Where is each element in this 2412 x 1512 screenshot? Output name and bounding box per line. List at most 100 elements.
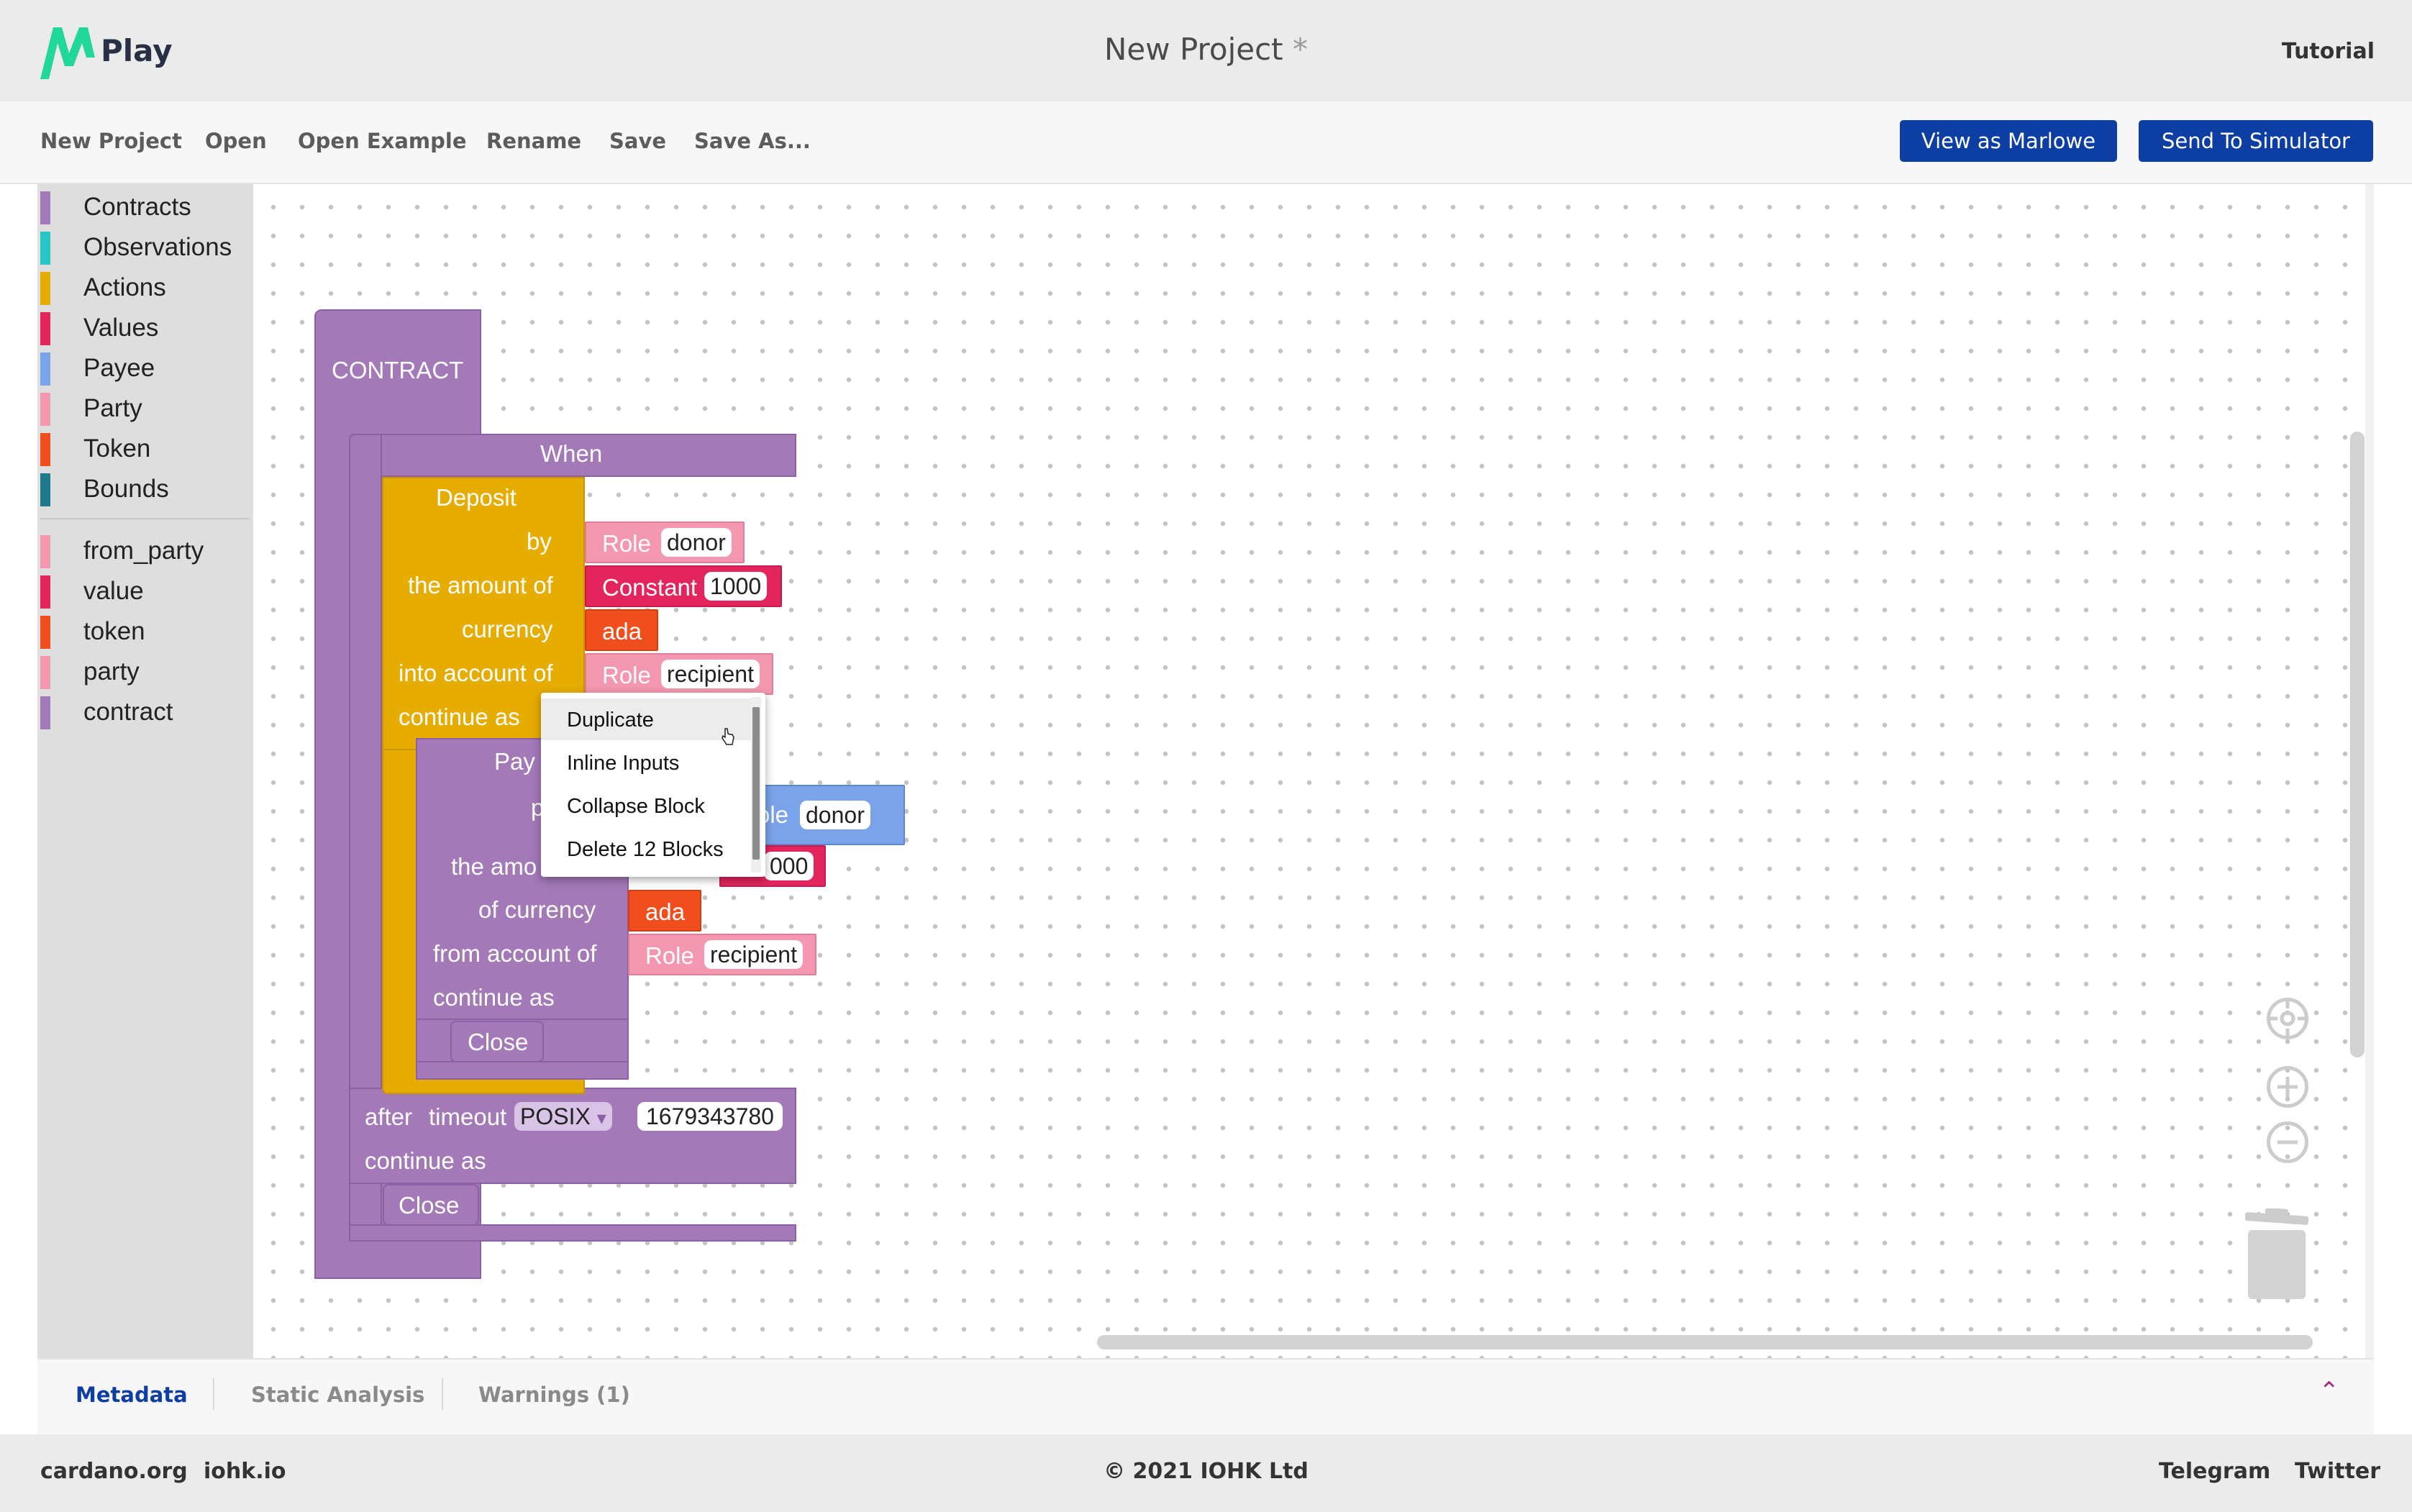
telegram-link[interactable]: Telegram <box>2159 1459 2270 1484</box>
toolbox-hole-value[interactable]: value <box>37 573 253 609</box>
constant-block[interactable]: Constant 1000 <box>585 565 782 607</box>
toolbox-category-payee[interactable]: Payee <box>37 350 253 386</box>
deposit-into-account-label: into account of <box>399 660 553 686</box>
menu-item-label: Inline Inputs <box>567 752 680 775</box>
currency-block-ada[interactable]: ada <box>585 609 658 651</box>
open-example-button[interactable]: Open Example <box>298 129 467 153</box>
menu-scrollbar-thumb[interactable] <box>752 707 760 860</box>
constant-value-field[interactable]: 1000 <box>704 572 768 601</box>
category-label: party <box>83 657 140 686</box>
toolbox-hole-from-party[interactable]: from_party <box>37 532 253 568</box>
category-swatch <box>40 535 50 568</box>
contract-block-bottom <box>314 1259 481 1279</box>
timeout-after-label: after <box>365 1103 413 1130</box>
save-button[interactable]: Save <box>609 129 666 153</box>
tab-metadata[interactable]: Metadata <box>76 1383 188 1407</box>
zoom-in-icon[interactable] <box>2267 1066 2308 1108</box>
toolbox-category-values[interactable]: Values <box>37 309 253 345</box>
timeout-continue-label: continue as <box>365 1147 486 1174</box>
category-label: Observations <box>83 233 232 261</box>
posix-dropdown[interactable]: POSIX ▾ <box>514 1102 612 1131</box>
timeout-value-field[interactable]: 1679343780 <box>637 1102 783 1131</box>
toolbox-category-token[interactable]: Token <box>37 430 253 466</box>
tab-static-analysis[interactable]: Static Analysis <box>251 1383 424 1407</box>
toolbox-category-bounds[interactable]: Bounds <box>37 470 253 506</box>
view-as-marlowe-button[interactable]: View as Marlowe <box>1900 120 2117 162</box>
tab-separator <box>442 1378 443 1410</box>
trash-icon[interactable] <box>2241 1208 2313 1302</box>
tutorial-link[interactable]: Tutorial <box>2282 39 2375 64</box>
role-label: Role <box>602 530 651 557</box>
deposit-title: Deposit <box>436 484 516 511</box>
project-title-text: New Project <box>1103 32 1283 67</box>
bottom-panel-tabs: Metadata Static Analysis Warnings (1) ⌃ <box>37 1358 2374 1434</box>
menu-item-label: Collapse Block <box>567 795 705 818</box>
pay-currency-block-ada[interactable]: ada <box>628 890 701 932</box>
category-swatch <box>40 191 50 224</box>
role-block-donor[interactable]: Role donor <box>585 522 745 563</box>
toolbox-hole-contract[interactable]: contract <box>37 693 253 729</box>
hand-cursor-icon <box>722 728 734 745</box>
pay-amount-label: the amo <box>451 853 537 880</box>
category-swatch <box>40 393 50 426</box>
category-label: token <box>83 617 145 645</box>
send-to-simulator-button[interactable]: Send To Simulator <box>2139 120 2373 162</box>
zoom-out-icon[interactable] <box>2267 1121 2308 1163</box>
app-footer: cardano.org iohk.io © 2021 IOHK Ltd Tele… <box>0 1434 2412 1512</box>
category-label: Values <box>83 314 159 342</box>
category-label: Contracts <box>83 193 191 221</box>
when-label: When <box>540 440 603 467</box>
new-project-button[interactable]: New Project <box>40 129 182 153</box>
toolbox-category-contracts[interactable]: Contracts <box>37 188 253 224</box>
workspace-horizontal-scrollbar[interactable] <box>1097 1335 2313 1349</box>
menu-item-inline-inputs[interactable]: Inline Inputs <box>541 742 751 783</box>
twitter-link[interactable]: Twitter <box>2295 1459 2380 1484</box>
deposit-continue-label: continue as <box>399 703 520 730</box>
tab-warnings[interactable]: Warnings (1) <box>478 1383 630 1407</box>
toolbox-hole-party[interactable]: party <box>37 653 253 689</box>
toolbox-category-observations[interactable]: Observations <box>37 229 253 265</box>
toolbox-category-party[interactable]: Party <box>37 390 253 426</box>
menu-item-delete-blocks[interactable]: Delete 12 Blocks <box>541 828 751 870</box>
open-button[interactable]: Open <box>205 129 267 153</box>
menu-item-duplicate[interactable]: Duplicate <box>541 698 751 740</box>
menu-item-collapse-block[interactable]: Collapse Block <box>541 785 751 826</box>
unsaved-marker: * <box>1293 32 1309 67</box>
role-name-field[interactable]: recipient <box>704 940 803 969</box>
toolbox-hole-token[interactable]: token <box>37 613 253 649</box>
pay-block-bottom <box>416 1061 629 1080</box>
chevron-up-icon[interactable]: ⌃ <box>2319 1377 2340 1406</box>
posix-label: POSIX <box>520 1103 591 1129</box>
timeout-close-block[interactable]: Close <box>383 1184 479 1226</box>
when-block-bottom <box>349 1224 796 1242</box>
category-swatch <box>40 433 50 466</box>
menu-item-label: Duplicate <box>567 709 654 732</box>
save-as-button[interactable]: Save As... <box>694 129 811 153</box>
role-name-field[interactable]: recipient <box>661 660 760 688</box>
rename-button[interactable]: Rename <box>486 129 581 153</box>
role-name-field[interactable]: donor <box>800 801 870 829</box>
category-label: contract <box>83 698 173 726</box>
toolbox-category-actions[interactable]: Actions <box>37 269 253 305</box>
role-name-field[interactable]: donor <box>661 528 732 557</box>
pay-role-block-recipient[interactable]: Role recipient <box>628 934 816 975</box>
currency-label: ada <box>602 618 642 645</box>
project-title: New Project * <box>0 32 2412 67</box>
category-swatch <box>40 616 50 649</box>
contract-label: CONTRACT <box>332 357 464 383</box>
role-label: Role <box>602 662 651 688</box>
currency-label: ada <box>645 898 686 925</box>
category-swatch <box>40 656 50 689</box>
recenter-icon[interactable] <box>2267 998 2308 1039</box>
workspace-vertical-scrollbar[interactable] <box>2350 432 2365 1057</box>
pay-close-block[interactable]: Close <box>450 1021 544 1062</box>
category-swatch <box>40 352 50 386</box>
project-toolbar: New Project Open Open Example Rename Sav… <box>0 101 2412 184</box>
constant-value-field[interactable]: 000 <box>764 852 814 880</box>
timeout-label: timeout <box>429 1103 507 1130</box>
role-block-recipient[interactable]: Role recipient <box>585 653 773 695</box>
constant-label: Constant <box>602 574 698 601</box>
block-context-menu: Duplicate Inline Inputs Collapse Block D… <box>541 693 765 877</box>
category-label: Token <box>83 434 151 463</box>
category-label: from_party <box>83 537 204 565</box>
